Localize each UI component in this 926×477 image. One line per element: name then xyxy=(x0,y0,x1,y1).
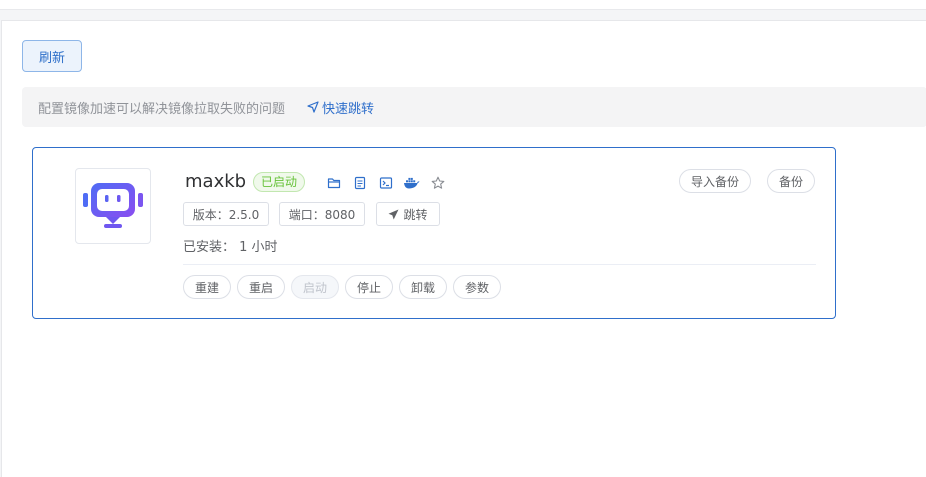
app-action-icons xyxy=(325,174,446,191)
navigation-arrow-icon xyxy=(307,101,319,113)
uninstall-button[interactable]: 卸载 xyxy=(399,275,447,299)
docker-icon[interactable] xyxy=(403,174,420,191)
start-button[interactable]: 启动 xyxy=(291,275,339,299)
top-header-strip xyxy=(0,0,926,10)
port-tag: 端口：8080 xyxy=(279,202,365,226)
quick-jump-label: 快速跳转 xyxy=(322,101,375,117)
quick-jump-link[interactable]: 快速跳转 xyxy=(307,98,374,117)
params-button[interactable]: 参数 xyxy=(453,275,501,299)
jump-label: 跳转 xyxy=(403,207,428,222)
stop-button[interactable]: 停止 xyxy=(345,275,393,299)
app-name: maxkb xyxy=(185,171,247,192)
mirror-notice-bar: 配置镜像加速可以解决镜像拉取失败的问题 快速跳转 xyxy=(22,87,926,127)
status-badge: 已启动 xyxy=(253,172,306,192)
refresh-button[interactable]: 刷新 xyxy=(22,40,82,72)
terminal-icon[interactable] xyxy=(377,174,394,191)
restart-button[interactable]: 重启 xyxy=(237,275,285,299)
star-icon[interactable] xyxy=(429,174,446,191)
jump-button[interactable]: 跳转 xyxy=(376,202,440,226)
version-tag: 版本：2.5.0 xyxy=(183,202,269,226)
app-card-maxkb: maxkb 已启动 版本：2.5.0 端口：8080 跳转 已安装： 1 小时 … xyxy=(32,147,836,319)
app-list-panel: 刷新 配置镜像加速可以解决镜像拉取失败的问题 快速跳转 maxkb 已启动 版本… xyxy=(1,20,926,477)
installed-duration: 已安装： 1 小时 xyxy=(183,240,278,255)
app-logo xyxy=(75,168,151,244)
card-divider xyxy=(183,264,816,265)
folder-icon[interactable] xyxy=(325,174,342,191)
import-backup-button[interactable]: 导入备份 xyxy=(679,169,751,193)
robot-logo-icon xyxy=(83,183,143,228)
mirror-notice-text: 配置镜像加速可以解决镜像拉取失败的问题 xyxy=(38,101,286,117)
backup-button[interactable]: 备份 xyxy=(767,169,815,193)
send-icon xyxy=(388,209,399,219)
rebuild-button[interactable]: 重建 xyxy=(183,275,231,299)
document-icon[interactable] xyxy=(351,174,368,191)
